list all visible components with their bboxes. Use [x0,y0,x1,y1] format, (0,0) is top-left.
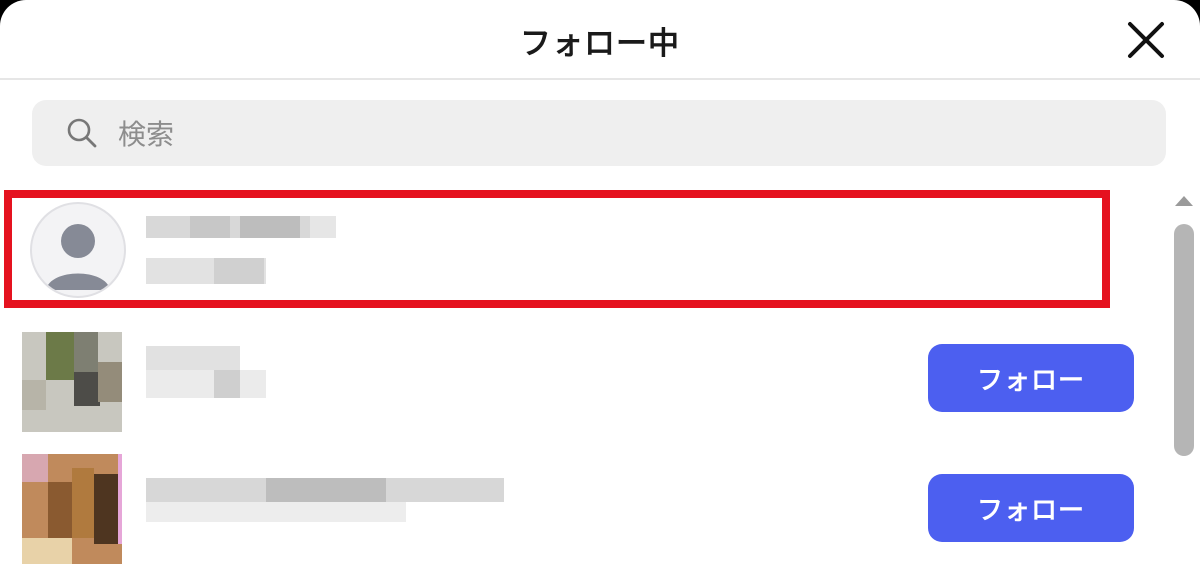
default-avatar-icon [30,202,126,298]
search-input[interactable] [116,100,1150,168]
follow-button[interactable]: フォロー [928,474,1134,542]
highlight-box [4,190,1110,308]
close-icon [1128,22,1164,58]
search-icon [67,118,97,148]
list-item[interactable]: フォロー [0,440,1160,580]
following-list: フォロー フォロー [0,190,1160,580]
scroll-thumb[interactable] [1174,224,1194,456]
following-dialog: フォロー中 検索 フォロー フォロー [0,0,1200,580]
scrollbar[interactable] [1168,190,1200,580]
scroll-up-arrow-icon[interactable] [1175,196,1193,206]
close-button[interactable] [1124,18,1168,62]
list-item[interactable]: フォロー [0,320,1160,440]
dialog-title: フォロー中 [520,26,680,62]
dialog-header: フォロー中 [0,0,1200,80]
follow-button[interactable]: フォロー [928,344,1134,412]
list-item[interactable] [0,190,1160,310]
user-avatar [22,454,122,564]
search-bar [32,100,1166,168]
user-avatar [22,332,122,432]
